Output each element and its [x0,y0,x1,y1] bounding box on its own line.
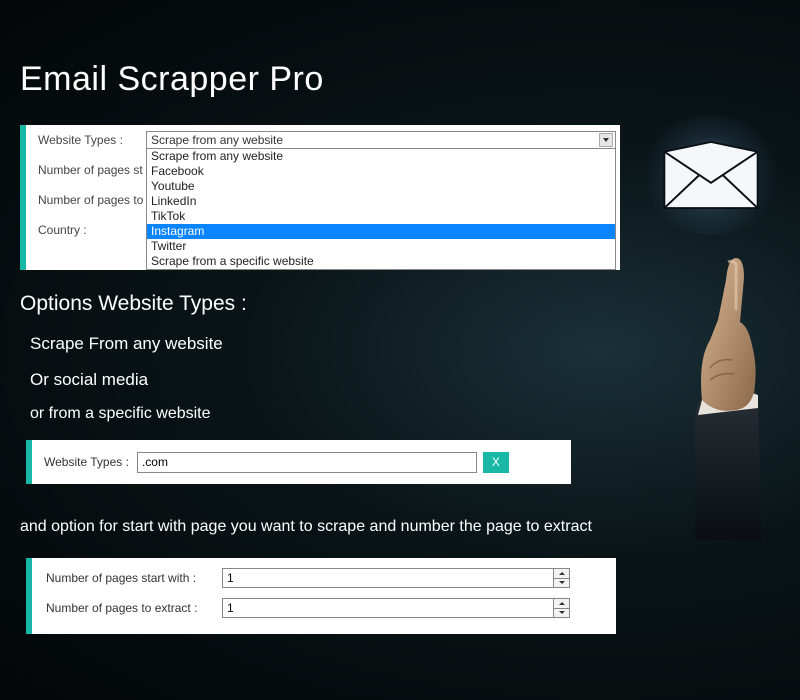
dropdown-option[interactable]: Twitter [147,239,615,254]
website-types-label-2: Website Types : [44,455,129,469]
chevron-down-icon[interactable] [599,133,613,147]
option-line-any-website: Scrape From any website [30,334,223,354]
pages-panel: Number of pages start with : Number of p… [26,558,616,634]
stepper-buttons-2 [553,599,569,617]
stepper-down-icon[interactable] [554,579,569,588]
dropdown-selected[interactable]: Scrape from any website [147,132,615,149]
dropdown-option[interactable]: LinkedIn [147,194,615,209]
stepper-up-icon[interactable] [554,599,569,609]
stepper-up-icon[interactable] [554,569,569,579]
dropdown-selected-text: Scrape from any website [151,133,283,147]
pages-extract-stepper[interactable] [222,598,570,618]
specific-website-panel: Website Types : X [26,440,571,484]
pages-extract-label: Number of pages to [38,193,143,207]
dropdown-option[interactable]: Youtube [147,179,615,194]
pages-extract-label-2: Number of pages to extract : [46,601,222,615]
clear-button[interactable]: X [483,452,509,473]
stepper-down-icon[interactable] [554,609,569,618]
pages-start-stepper[interactable] [222,568,570,588]
options-heading: Options Website Types : [20,292,247,316]
dropdown-option[interactable]: Scrape from a specific website [147,254,615,269]
website-types-dropdown[interactable]: Scrape from any website Scrape from any … [146,131,616,270]
stepper-buttons [553,569,569,587]
pages-start-label: Number of pages st [38,163,143,177]
pages-extract-row: Number of pages to extract : [46,598,602,618]
dropdown-list: Scrape from any websiteFacebookYoutubeLi… [147,149,615,269]
dropdown-option[interactable]: TikTok [147,209,615,224]
pages-start-with-label: Number of pages start with : [46,571,222,585]
dropdown-option[interactable]: Instagram [147,224,615,239]
pages-option-description: and option for start with page you want … [20,518,592,536]
dropdown-option[interactable]: Scrape from any website [147,149,615,164]
panel1-label-column: Website Types : Number of pages st Numbe… [38,133,143,253]
settings-panel-top: Website Types : Number of pages st Numbe… [20,125,620,270]
pages-start-row: Number of pages start with : [46,568,602,588]
pointing-hand-image [640,250,790,540]
envelope-icon [662,140,760,210]
website-domain-input[interactable] [137,452,477,473]
pages-extract-input[interactable] [223,599,553,617]
option-line-social-media: Or social media [30,370,148,390]
page-title: Email Scrapper Pro [0,0,800,99]
country-label: Country : [38,223,143,237]
decorative-art [600,120,800,540]
option-line-specific-website: or from a specific website [30,405,211,423]
dropdown-option[interactable]: Facebook [147,164,615,179]
pages-start-input[interactable] [223,569,553,587]
website-types-label: Website Types : [38,133,143,147]
